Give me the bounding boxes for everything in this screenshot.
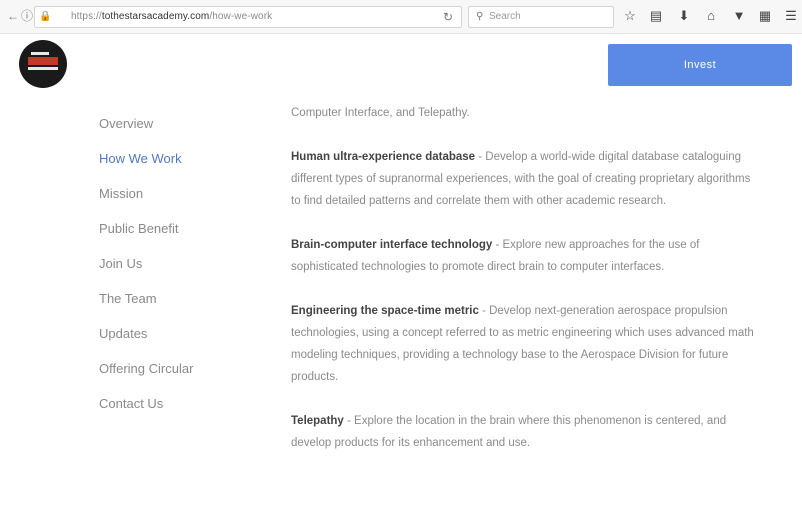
search-placeholder: Search: [489, 11, 521, 22]
sidebar-item-how-we-work[interactable]: How We Work: [99, 151, 182, 166]
clipboard-icon[interactable]: ▤: [648, 8, 664, 24]
sidebar-item-mission[interactable]: Mission: [99, 186, 143, 201]
section-title: Brain-computer interface technology: [291, 239, 493, 251]
main-content: Computer Interface, and Telepathy. Human…: [291, 102, 757, 476]
section-paragraph: Brain-computer interface technology - Ex…: [291, 234, 757, 278]
section-paragraph: Engineering the space-time metric - Deve…: [291, 300, 757, 388]
info-icon[interactable]: ⓘ: [20, 9, 34, 23]
sidebar-item-contact-us[interactable]: Contact Us: [99, 396, 163, 411]
sidebar-item-the-team[interactable]: The Team: [99, 291, 157, 306]
invest-button[interactable]: Invest: [608, 44, 792, 86]
menu-icon[interactable]: ☰: [783, 8, 799, 24]
intro-text: Computer Interface, and Telepathy.: [291, 107, 470, 119]
section-title: Engineering the space-time metric: [291, 305, 479, 317]
sidebar-item-updates[interactable]: Updates: [99, 326, 147, 341]
address-bar[interactable]: 🔒 https://tothestarsacademy.com/how-we-w…: [34, 6, 462, 28]
search-icon: ⚲: [476, 11, 484, 22]
section-body: - Explore the location in the brain wher…: [291, 415, 727, 449]
search-input[interactable]: ⚲ Search: [468, 6, 614, 28]
download-icon[interactable]: ⬇: [676, 8, 692, 24]
pocket-icon[interactable]: ▼: [731, 8, 747, 24]
extension-icon[interactable]: ▦: [757, 8, 773, 24]
sidebar-item-overview[interactable]: Overview: [99, 116, 153, 131]
bookmark-star-icon[interactable]: ☆: [622, 8, 638, 24]
sidebar-item-offering-circular[interactable]: Offering Circular: [99, 361, 193, 376]
back-icon[interactable]: ←: [6, 9, 20, 23]
section-paragraph: Human ultra-experience database - Develo…: [291, 146, 757, 212]
browser-toolbar: ← ⓘ 🔒 https://tothestarsacademy.com/how-…: [0, 0, 802, 34]
site-logo[interactable]: [19, 40, 67, 88]
sidebar-item-public-benefit[interactable]: Public Benefit: [99, 221, 179, 236]
reload-icon[interactable]: ↻: [443, 10, 453, 24]
section-paragraph: Telepathy - Explore the location in the …: [291, 410, 757, 454]
section-title: Human ultra-experience database: [291, 151, 476, 163]
lock-icon: 🔒: [39, 11, 52, 22]
home-icon[interactable]: ⌂: [703, 8, 719, 24]
url-text: https://tothestarsacademy.com/how-we-wor…: [71, 11, 273, 22]
sidebar-item-join-us[interactable]: Join Us: [99, 256, 142, 271]
section-title: Telepathy: [291, 415, 344, 427]
